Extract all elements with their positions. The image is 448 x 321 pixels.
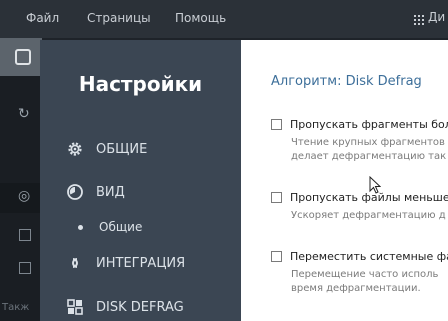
bullet-icon: [78, 224, 83, 230]
menu-help[interactable]: Помощь: [175, 11, 226, 25]
apps-grid-icon[interactable]: [414, 15, 424, 25]
menu-pages[interactable]: Страницы: [87, 11, 151, 25]
nav-item-disk-defrag[interactable]: DISK DEFRAG: [66, 297, 184, 317]
nav-subitem-label: Общие: [99, 220, 143, 234]
nav-item-label: ВИД: [96, 184, 125, 200]
option-description: Перемещение часто исполь время дефрагмен…: [291, 268, 448, 296]
sidebar-bottom-label: Такж: [2, 302, 30, 313]
gear-icon: [68, 142, 82, 156]
settings-nav: Настройки ОБЩИЕ ВИД Общие ИНТЕГРАЦИЯ DIS…: [40, 40, 241, 321]
sidebar-square-icon[interactable]: [19, 229, 31, 241]
description-line: делает дефрагментацию так: [291, 151, 447, 162]
option-description: Чтение крупных фрагментов делает дефрагм…: [291, 136, 448, 164]
view-icon: [67, 184, 83, 200]
disk-icon[interactable]: ◎: [18, 188, 30, 204]
option-description: Ускоряет дефрагментацию д: [291, 209, 448, 223]
menu-file[interactable]: Файл: [26, 11, 59, 25]
nav-item-integration[interactable]: ИНТЕГРАЦИЯ: [66, 253, 185, 273]
nav-item-label: DISK DEFRAG: [96, 299, 184, 315]
nav-item-label: ОБЩИЕ: [96, 141, 148, 157]
option-skip-large-fragments: Пропускать фрагменты бол Чтение крупных …: [271, 117, 448, 164]
disk-defrag-icon: [67, 299, 83, 315]
app-sidebar: [0, 38, 42, 321]
nav-item-view[interactable]: ВИД: [66, 182, 125, 202]
app-logo-icon: [15, 49, 31, 65]
menu-bar: Файл Страницы Помощь Ди: [0, 0, 448, 38]
description-line: время дефрагментации.: [291, 283, 421, 294]
option-label: Переместить системные фа: [290, 249, 448, 263]
menu-right-label[interactable]: Ди: [428, 10, 448, 24]
algorithm-title: Алгоритм: Disk Defrag: [271, 74, 422, 89]
option-label: Пропускать фрагменты бол: [290, 117, 448, 131]
move-system-files-checkbox[interactable]: [271, 250, 282, 262]
sidebar-drive-icon[interactable]: [19, 262, 31, 274]
refresh-icon[interactable]: ↻: [18, 106, 30, 122]
settings-panel: Алгоритм: Disk Defrag Пропускать фрагмен…: [241, 40, 448, 321]
description-line: Ускоряет дефрагментацию д: [291, 210, 446, 221]
description-line: Перемещение часто исполь: [291, 269, 439, 280]
skip-small-files-checkbox[interactable]: [271, 191, 282, 203]
text-cursor-icon: [369, 176, 381, 194]
option-move-system-files: Переместить системные фа Перемещение час…: [271, 249, 448, 296]
integration-icon: [72, 258, 78, 268]
nav-item-general[interactable]: ОБЩИЕ: [66, 139, 147, 159]
skip-large-fragments-checkbox[interactable]: [271, 118, 282, 130]
settings-title: Настройки: [78, 72, 203, 96]
option-skip-small-files: Пропускать файлы меньше, Ускоряет дефраг…: [271, 190, 448, 223]
nav-subitem-general[interactable]: Общие: [78, 220, 142, 234]
description-line: Чтение крупных фрагментов: [291, 137, 445, 148]
nav-item-label: ИНТЕГРАЦИЯ: [96, 255, 186, 271]
